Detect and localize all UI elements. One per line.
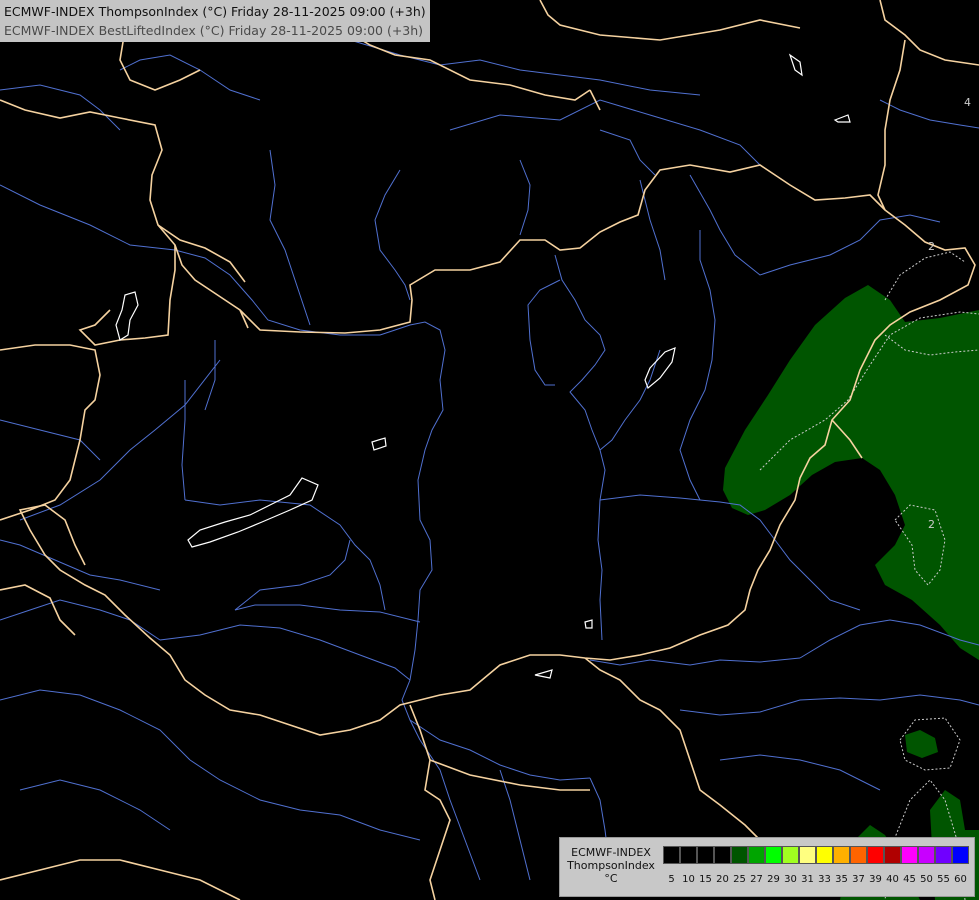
legend-swatch: [782, 846, 799, 864]
legend-swatch: [663, 846, 680, 864]
legend-swatch: [952, 846, 969, 864]
legend-label-line: ECMWF-INDEX: [571, 846, 651, 859]
map-title-box: ECMWF-INDEX ThompsonIndex (°C) Friday 28…: [0, 0, 430, 42]
legend-tick-label: 15: [699, 874, 712, 885]
legend-swatch: [748, 846, 765, 864]
contour-label: 2: [928, 240, 935, 253]
legend-swatch: [833, 846, 850, 864]
legend-swatches: [663, 846, 969, 864]
legend-swatch: [799, 846, 816, 864]
legend-swatch: [714, 846, 731, 864]
legend-swatch: [867, 846, 884, 864]
legend-tick-label: 39: [869, 874, 882, 885]
legend-tick-label: 45: [903, 874, 916, 885]
legend-swatch: [850, 846, 867, 864]
legend-swatch: [918, 846, 935, 864]
legend-label-line: °C: [604, 872, 618, 885]
legend-swatch: [680, 846, 697, 864]
legend-swatch: [901, 846, 918, 864]
legend-swatch: [884, 846, 901, 864]
legend-tick-label: 10: [682, 874, 695, 885]
contour-label: 2: [928, 518, 935, 531]
legend-swatch: [731, 846, 748, 864]
contour-label: 4: [964, 96, 971, 109]
legend-tick-label: 5: [668, 874, 675, 885]
legend-swatch: [935, 846, 952, 864]
weather-map: 2 2 4: [0, 0, 979, 900]
legend-tick-label: 50: [920, 874, 933, 885]
legend-label: ECMWF-INDEX ThompsonIndex °C: [562, 846, 660, 885]
color-legend: ECMWF-INDEX ThompsonIndex °C 5 10 15 20 25 27…: [559, 837, 975, 897]
legend-tick-label: 35: [835, 874, 848, 885]
legend-tick-label: 55: [937, 874, 950, 885]
legend-tick-label: 31: [801, 874, 814, 885]
legend-tick-label: 40: [886, 874, 899, 885]
legend-tick-label: 60: [954, 874, 967, 885]
legend-tick-label: 29: [767, 874, 780, 885]
legend-tick-label: 30: [784, 874, 797, 885]
legend-ticks: 5 10 15 20 25 27 29 30 31 33 35 37 39 40 45 50 55 60: [663, 874, 969, 885]
legend-swatch: [765, 846, 782, 864]
map-title-secondary: ECMWF-INDEX BestLiftedIndex (°C) Friday …: [4, 23, 424, 38]
legend-swatch: [816, 846, 833, 864]
legend-tick-label: 27: [750, 874, 763, 885]
legend-label-line: ThompsonIndex: [567, 859, 655, 872]
map-title-primary: ECMWF-INDEX ThompsonIndex (°C) Friday 28…: [4, 4, 426, 19]
legend-tick-label: 20: [716, 874, 729, 885]
legend-tick-label: 33: [818, 874, 831, 885]
legend-tick-label: 25: [733, 874, 746, 885]
legend-tick-label: 37: [852, 874, 865, 885]
legend-swatch: [697, 846, 714, 864]
